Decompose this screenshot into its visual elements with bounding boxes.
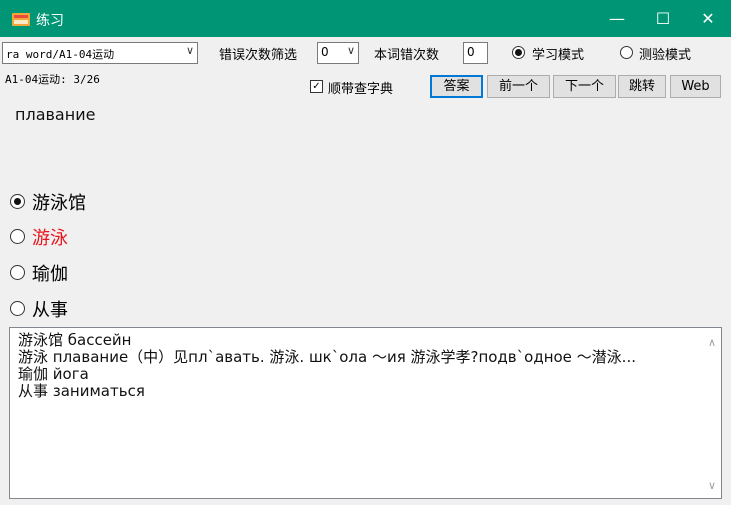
option-radio[interactable]	[10, 229, 25, 244]
current-word: плавание	[15, 105, 96, 124]
explanation-line: 游泳 плавание（中）见пл`авать. 游泳. шк`ола ～ия …	[18, 349, 636, 366]
dictionary-checkbox[interactable]: ✓	[310, 80, 323, 93]
word-error-count-label: 本词错次数	[374, 48, 440, 63]
minimize-icon[interactable]: —	[594, 0, 640, 37]
explanation-line: 游泳馆 бассейн	[18, 331, 132, 349]
test-mode-label[interactable]: 测验模式	[639, 44, 691, 63]
previous-button[interactable]: 前一个	[487, 75, 550, 98]
chevron-down-icon: ∨	[346, 44, 355, 57]
jump-button[interactable]: 跳转	[618, 75, 666, 98]
explanation-line: 瑜伽 йога	[18, 365, 89, 383]
next-button[interactable]: 下一个	[553, 75, 616, 98]
app-icon	[12, 13, 30, 26]
client-area: ra word/A1-04运动 ∨ 错误次数筛选 0 ∨ 本词错次数 0 学习模…	[0, 37, 731, 505]
progress-text: A1-04运动: 3/26	[5, 73, 100, 86]
web-button[interactable]: Web	[670, 75, 721, 98]
option-radio[interactable]	[10, 265, 25, 280]
study-mode-radio[interactable]	[512, 46, 525, 59]
test-mode-radio[interactable]	[620, 46, 633, 59]
error-filter-label: 错误次数筛选	[219, 48, 298, 63]
option-radio[interactable]	[10, 301, 25, 316]
option-label[interactable]: 游泳	[32, 224, 68, 250]
option-radio[interactable]	[10, 194, 25, 209]
word-list-select[interactable]: ra word/A1-04运动 ∨	[2, 42, 198, 64]
explanation-line: 从事 заниматься	[18, 382, 145, 400]
error-filter-value: 0	[321, 45, 329, 59]
explanation-textarea[interactable]: 游泳馆 бассейн 游泳 плавание（中）见пл`авать. 游泳.…	[9, 327, 722, 499]
word-error-count-field[interactable]: 0	[463, 42, 488, 64]
window-title: 练习	[36, 13, 64, 29]
option-label[interactable]: 游泳馆	[32, 189, 86, 215]
word-list-value: ra word/A1-04运动	[6, 48, 115, 61]
scroll-down-icon[interactable]: ∨	[708, 479, 716, 492]
chevron-down-icon: ∨	[185, 44, 194, 57]
option-label[interactable]: 瑜伽	[32, 260, 68, 286]
answer-button[interactable]: 答案	[430, 75, 483, 98]
option-label[interactable]: 从事	[32, 296, 68, 322]
error-filter-select[interactable]: 0 ∨	[317, 42, 359, 64]
close-icon[interactable]: ✕	[685, 0, 731, 37]
dictionary-checkbox-label[interactable]: 顺带查字典	[328, 78, 393, 97]
title-bar: 练习 — ☐ ✕	[0, 0, 731, 37]
study-mode-label[interactable]: 学习模式	[532, 44, 584, 63]
check-icon: ✓	[312, 81, 321, 92]
scroll-up-icon[interactable]: ∧	[708, 336, 716, 349]
maximize-icon[interactable]: ☐	[640, 0, 686, 37]
